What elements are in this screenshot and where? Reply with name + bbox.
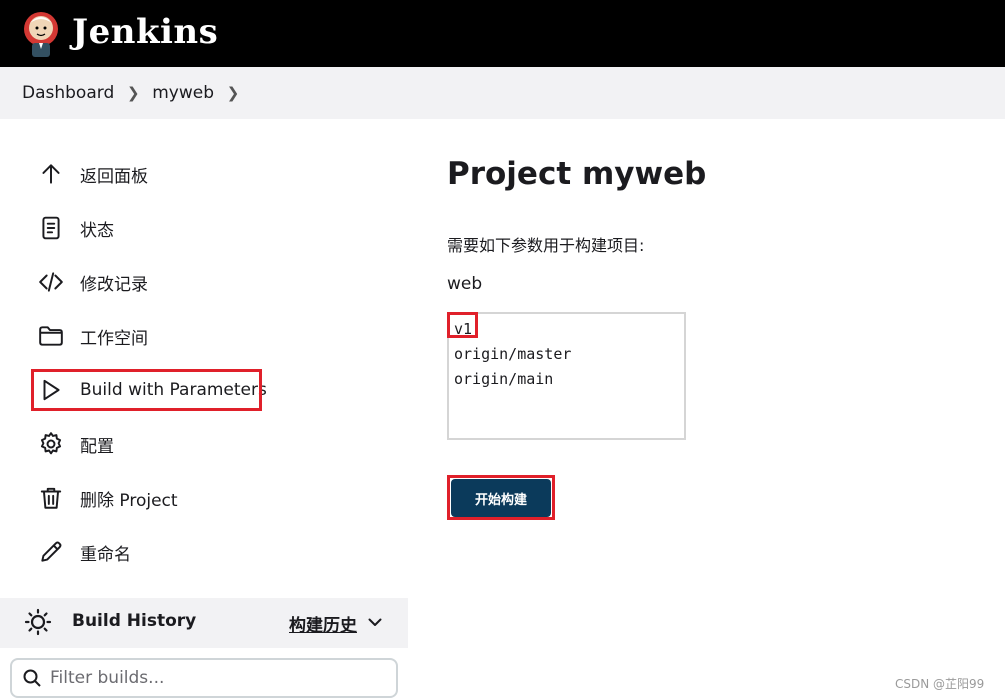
highlight-box-option-v1 (447, 312, 478, 338)
filter-builds-field[interactable] (10, 658, 398, 698)
breadcrumb: Dashboard ❯ myweb ❯ (0, 67, 1005, 119)
sidebar-item-changes[interactable]: 修改记录 (36, 262, 148, 302)
filter-builds-input[interactable] (50, 668, 370, 688)
build-history-trend-link[interactable]: 构建历史 (289, 611, 357, 636)
select-option[interactable]: v1 (454, 317, 684, 342)
highlight-box-build-with-parameters (31, 369, 262, 411)
search-icon (23, 669, 41, 687)
select-option[interactable]: origin/master (454, 342, 684, 367)
breadcrumb-dashboard[interactable]: Dashboard (22, 83, 114, 103)
chevron-right-icon[interactable]: ❯ (214, 84, 252, 102)
page-title: Project myweb (447, 156, 707, 192)
code-icon (36, 267, 66, 297)
sidebar-item-label: 工作空间 (80, 328, 148, 349)
top-header: Jenkins (0, 0, 1005, 67)
sidebar-item-workspace[interactable]: 工作空间 (36, 316, 148, 356)
parameter-select-list[interactable]: v1 origin/master origin/main (447, 312, 686, 440)
folder-icon (36, 321, 66, 351)
sidebar-item-rename[interactable]: 重命名 (36, 532, 131, 572)
sidebar-item-status[interactable]: 状态 (36, 208, 114, 248)
sidebar-item-label: 状态 (80, 220, 114, 241)
parameter-name-label: web (447, 274, 483, 294)
highlight-box-build-button (447, 475, 555, 520)
sidebar-item-label: 重命名 (80, 544, 131, 565)
select-option[interactable]: origin/main (454, 367, 684, 392)
sidebar-item-back-to-dashboard[interactable]: 返回面板 (36, 154, 148, 194)
parameters-description: 需要如下参数用于构建项目: (447, 236, 645, 255)
watermark-text: CSDN @芷阳99 (895, 677, 985, 691)
build-history-bar: Build History 构建历史 (0, 598, 408, 648)
document-icon (36, 213, 66, 243)
arrow-up-icon (36, 159, 66, 189)
build-history-icon (24, 608, 52, 636)
build-history-title: Build History (72, 611, 197, 631)
sidebar-item-label: 删除 Project (80, 490, 178, 511)
sidebar-item-configure[interactable]: 配置 (36, 424, 114, 464)
sidebar-item-label: 返回面板 (80, 166, 148, 187)
breadcrumb-myweb[interactable]: myweb (152, 83, 214, 103)
pencil-icon (36, 537, 66, 567)
jenkins-logo-icon[interactable] (20, 9, 62, 59)
trash-icon (36, 483, 66, 513)
gear-icon (36, 429, 66, 459)
sidebar-item-label: 修改记录 (80, 274, 148, 295)
chevron-down-icon[interactable] (366, 613, 384, 631)
chevron-right-icon[interactable]: ❯ (114, 84, 152, 102)
sidebar-item-delete-project[interactable]: 删除 Project (36, 478, 178, 518)
sidebar-item-label: 配置 (80, 436, 114, 457)
brand-name[interactable]: Jenkins (72, 12, 218, 52)
